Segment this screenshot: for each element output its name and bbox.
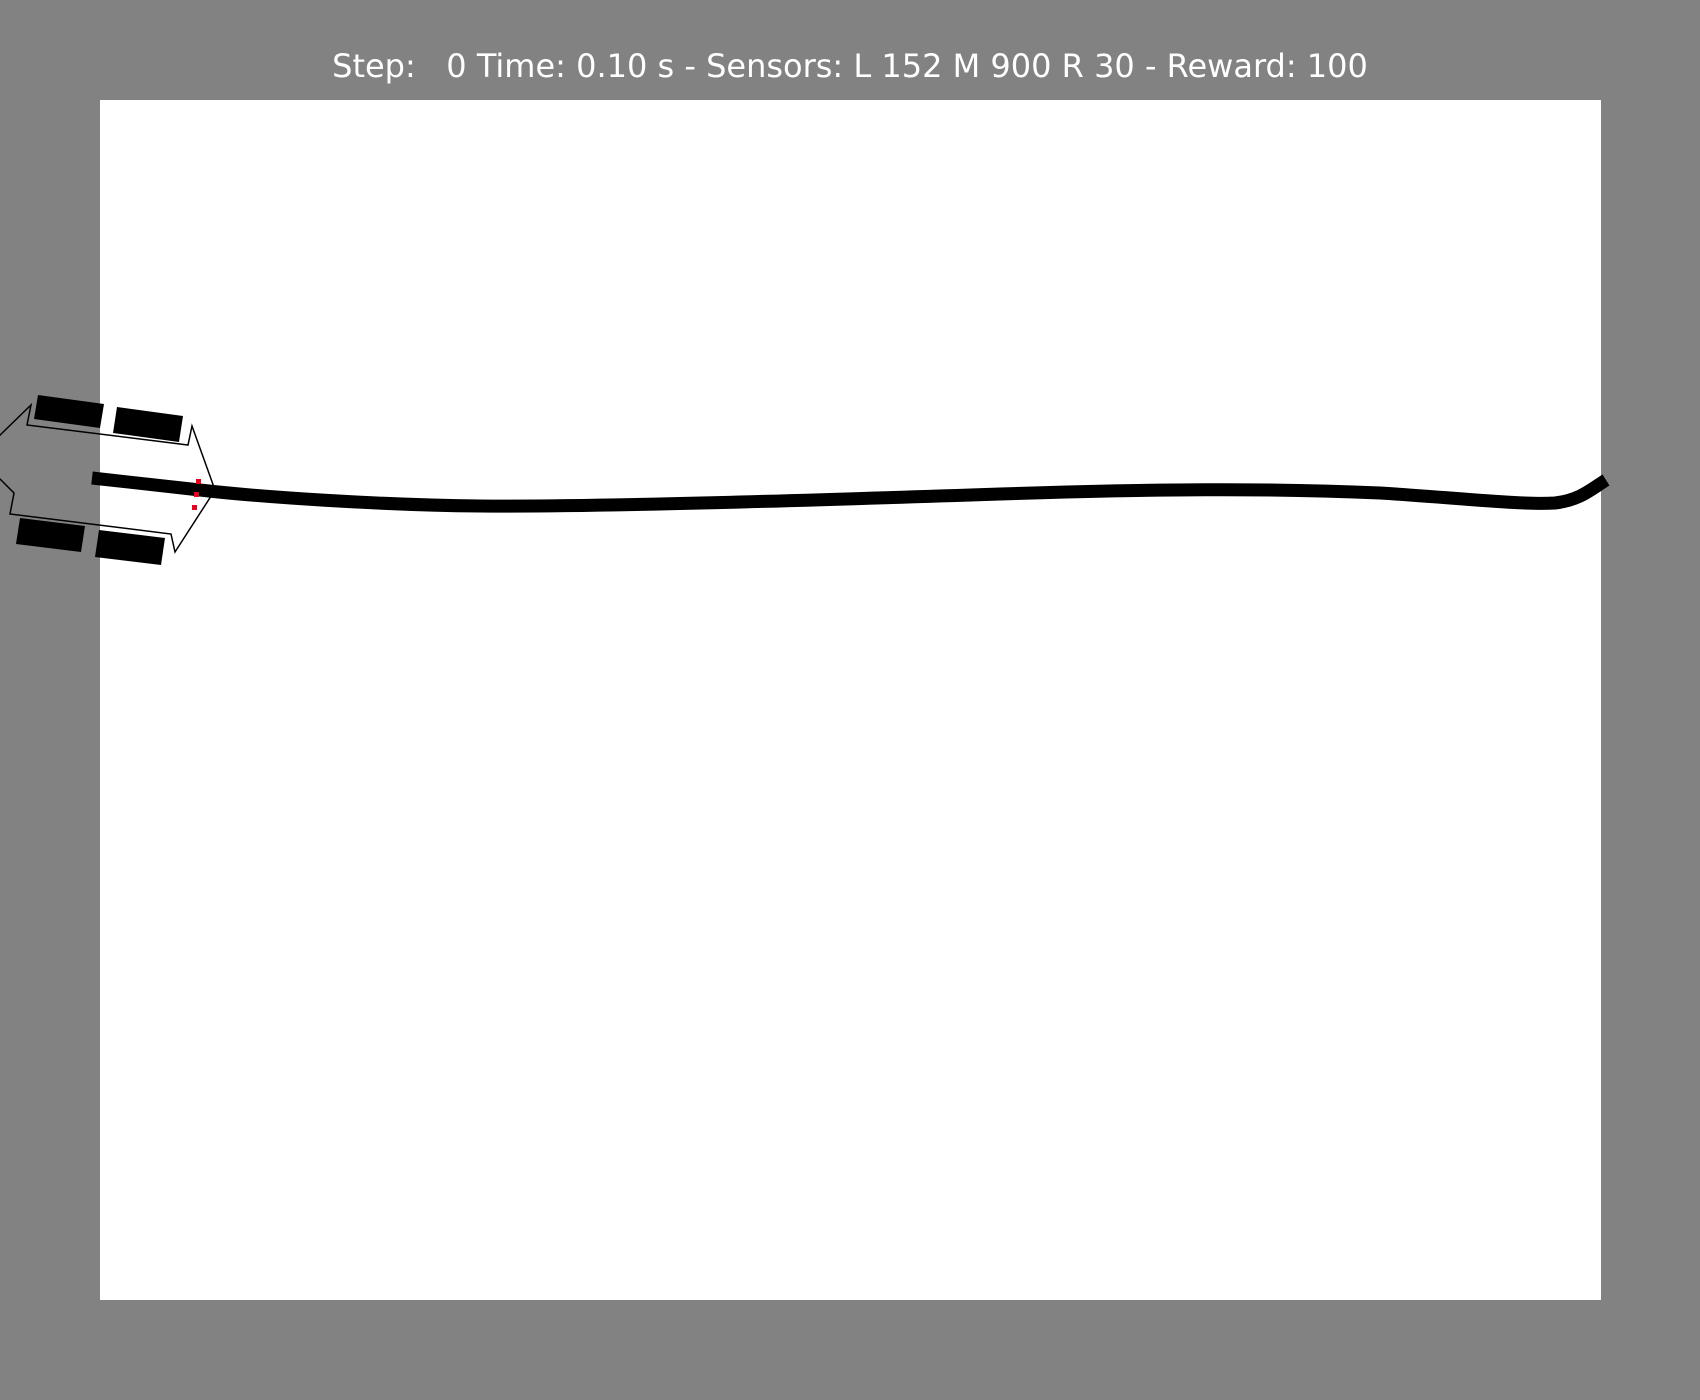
wheel-front-left — [34, 395, 104, 428]
sensor-right-marker — [192, 505, 197, 510]
scene — [0, 100, 1610, 1300]
wheel-front-right — [16, 518, 85, 552]
arena — [100, 100, 1601, 1300]
sensor-middle-marker — [194, 492, 199, 497]
sensor-left-marker — [196, 479, 201, 484]
simulation-window: Step: 0 Time: 0.10 s - Sensors: L 152 M … — [0, 0, 1700, 1400]
